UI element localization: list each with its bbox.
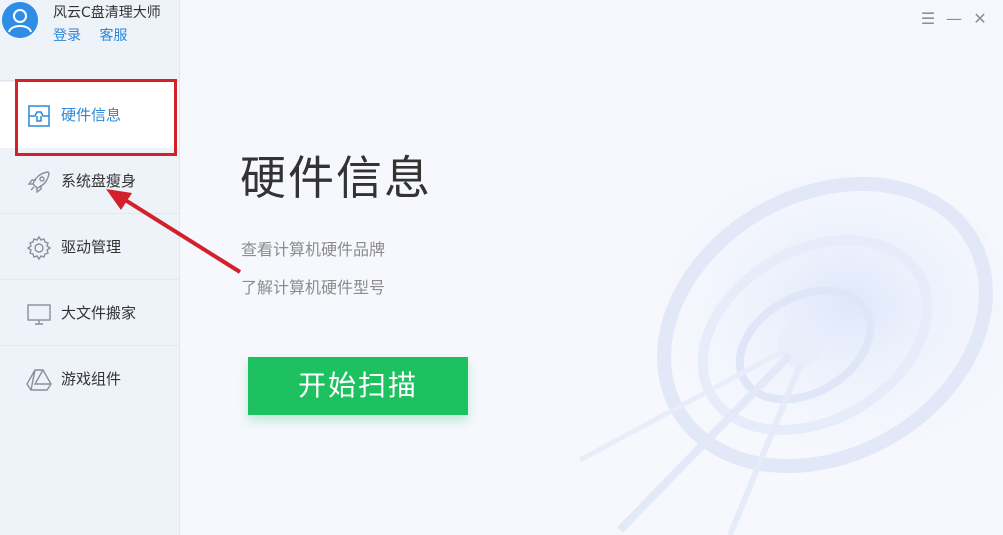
- minimize-icon[interactable]: —: [943, 8, 965, 30]
- app-title: 风云C盘清理大师: [53, 5, 161, 21]
- page-title: 硬件信息: [240, 151, 432, 205]
- start-scan-button[interactable]: 开始扫描: [248, 357, 468, 415]
- sidebar-item-system-slim[interactable]: 系统盘瘦身: [0, 148, 179, 214]
- sidebar-item-game-components[interactable]: 游戏组件: [0, 346, 179, 412]
- sidebar: 风云C盘清理大师 登录 客服 硬件信息 系统盘瘦身 驱动管理 大文件搬家 游戏组…: [0, 0, 180, 535]
- sidebar-item-label: 驱动管理: [61, 238, 122, 256]
- menu-icon[interactable]: ☰: [917, 8, 939, 30]
- description-model: 了解计算机硬件型号: [241, 278, 386, 297]
- app-window: 风云C盘清理大师 登录 客服 硬件信息 系统盘瘦身 驱动管理 大文件搬家 游戏组…: [0, 0, 1003, 535]
- gear-icon: [26, 235, 52, 261]
- avatar-icon[interactable]: [2, 2, 38, 38]
- close-icon[interactable]: ✕: [969, 8, 991, 30]
- main-panel: 硬件信息 查看计算机硬件品牌 了解计算机硬件型号 开始扫描: [180, 0, 1003, 535]
- rocket-icon: [26, 169, 52, 195]
- sidebar-item-label: 硬件信息: [61, 106, 122, 124]
- profile-area: 风云C盘清理大师 登录 客服: [0, 0, 179, 82]
- login-link[interactable]: 登录: [53, 28, 81, 44]
- sidebar-item-label: 游戏组件: [61, 370, 122, 388]
- window-controls: ☰ — ✕: [917, 8, 997, 32]
- decorative-background-illustration: [578, 170, 1003, 535]
- divider: [0, 80, 179, 81]
- sidebar-item-label: 系统盘瘦身: [61, 172, 137, 190]
- monitor-icon: [26, 301, 52, 327]
- description-brand: 查看计算机硬件品牌: [241, 240, 386, 259]
- sidebar-item-large-file-move[interactable]: 大文件搬家: [0, 280, 179, 346]
- profile-links: 登录 客服: [53, 25, 141, 45]
- sidebar-item-driver-management[interactable]: 驱动管理: [0, 214, 179, 280]
- hardware-icon: [26, 103, 52, 129]
- sidebar-item-hardware-info[interactable]: 硬件信息: [0, 82, 179, 148]
- drive-triangle-icon: [26, 367, 52, 393]
- sidebar-item-label: 大文件搬家: [61, 304, 137, 322]
- support-link[interactable]: 客服: [99, 28, 127, 44]
